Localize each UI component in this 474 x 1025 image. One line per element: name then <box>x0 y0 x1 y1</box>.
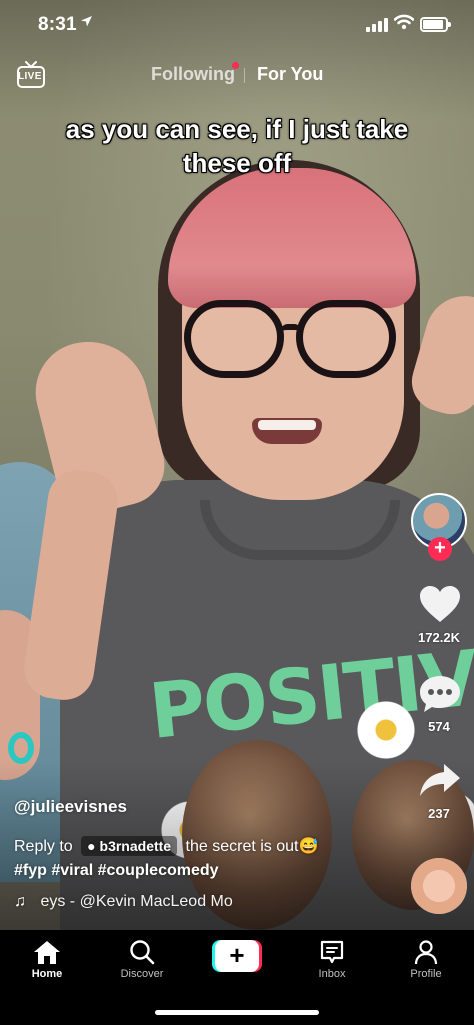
home-icon <box>7 938 87 966</box>
glasses-lens <box>184 300 284 378</box>
music-ticker[interactable]: ♫ eys - @Kevin MacLeod Mo <box>14 893 233 911</box>
shirt-collar <box>200 500 400 560</box>
share-arrow-icon <box>420 764 460 796</box>
tab-home-label: Home <box>31 968 63 980</box>
tab-for-you[interactable]: For You <box>257 64 323 85</box>
create-button[interactable]: + <box>212 940 262 972</box>
search-icon <box>102 938 182 966</box>
tab-divider <box>244 68 245 83</box>
location-arrow-icon <box>80 15 93 31</box>
create-plus-icon: + <box>215 940 259 972</box>
reply-text: the secret is out😅 <box>185 838 319 855</box>
notification-dot <box>232 62 239 69</box>
glasses <box>184 300 398 384</box>
hashtags[interactable]: #fyp #viral #couplecomedy <box>14 862 219 880</box>
battery-icon <box>420 17 451 32</box>
tab-discover[interactable]: Discover <box>102 938 182 980</box>
tab-discover-label: Discover <box>120 968 164 980</box>
comment-count: 574 <box>428 719 450 734</box>
comment-button[interactable] <box>414 674 466 719</box>
reply-prefix: Reply to <box>14 838 73 855</box>
home-indicator <box>155 1010 319 1015</box>
cellular-signal-icon <box>366 18 388 32</box>
inbox-icon <box>292 938 372 966</box>
tab-inbox[interactable]: Inbox <box>292 938 372 980</box>
tab-home[interactable]: Home <box>7 938 87 980</box>
music-title: eys - @Kevin MacLeod Mo <box>40 893 233 910</box>
profile-icon <box>386 938 466 966</box>
live-button[interactable]: LIVE <box>16 60 46 90</box>
tab-inbox-label: Inbox <box>318 968 346 980</box>
reply-user-chip[interactable]: ● b3rnadette <box>81 836 178 856</box>
like-button[interactable] <box>414 584 466 629</box>
person-teeth <box>258 420 316 430</box>
music-note-icon: ♫ <box>14 893 26 910</box>
like-count: 172.2K <box>418 630 460 645</box>
tab-following[interactable]: Following <box>151 64 235 85</box>
music-disc[interactable] <box>411 858 467 914</box>
creator-username[interactable]: @julieevisnes <box>14 797 127 817</box>
glasses-lens <box>296 300 396 378</box>
share-count: 237 <box>428 806 450 821</box>
status-bar: 8:31 <box>0 0 474 50</box>
share-button[interactable] <box>414 760 466 805</box>
wifi-icon <box>393 14 415 32</box>
heart-icon <box>420 586 460 622</box>
comment-bubble-icon: ● <box>87 838 96 854</box>
comment-icon <box>420 676 460 712</box>
video-caption: as you can see, if I just take these off <box>65 114 409 178</box>
status-time: 8:31 <box>38 14 77 35</box>
reply-user: b3rnadette <box>99 838 172 854</box>
follow-plus-button[interactable]: + <box>428 537 452 561</box>
tab-profile[interactable]: Profile <box>386 938 466 980</box>
reply-line: Reply to ● b3rnadette the secret is out😅 <box>14 836 318 856</box>
live-label: LIVE <box>18 71 42 82</box>
tab-profile-label: Profile <box>410 968 442 980</box>
